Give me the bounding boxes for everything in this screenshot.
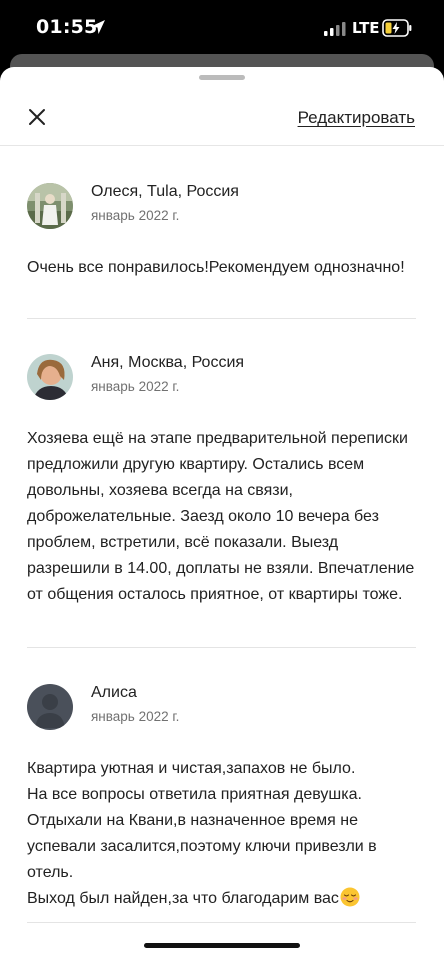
close-icon[interactable]	[24, 104, 50, 130]
status-time: 01:55	[36, 16, 98, 38]
edit-button[interactable]: Редактировать	[298, 108, 415, 128]
home-indicator[interactable]	[144, 943, 300, 948]
sheet-header: Редактировать	[0, 89, 444, 146]
location-arrow-icon	[91, 20, 105, 34]
smiling-face-emoji-icon	[340, 887, 360, 907]
avatar[interactable]	[27, 354, 73, 400]
divider	[27, 318, 416, 319]
review-author: Аня, Москва, Россия	[91, 354, 245, 371]
review-author: Алиса	[91, 684, 137, 701]
review-date: январь 2022 г.	[91, 709, 180, 724]
avatar[interactable]	[27, 684, 73, 730]
review-item: Олеся, Tula, Россия январь 2022 г. Очень…	[27, 183, 416, 281]
status-bar: 01:55 LTE	[0, 0, 444, 56]
signal-bars-icon	[324, 22, 346, 36]
battery-charging-icon	[382, 19, 412, 37]
review-text: Хозяева ещё на этапе предварительной пер…	[27, 430, 415, 603]
divider	[27, 647, 416, 648]
review-author: Олеся, Tula, Россия	[91, 183, 239, 200]
divider	[27, 922, 416, 923]
review-text-content: Квартира уютная и чистая,запахов не было…	[27, 760, 377, 907]
review-text: Квартира уютная и чистая,запахов не было…	[27, 756, 416, 912]
review-date: январь 2022 г.	[91, 208, 180, 223]
review-date: январь 2022 г.	[91, 379, 180, 394]
reviews-sheet: Редактировать Олеся, Tula, Россия январь…	[0, 67, 444, 960]
avatar[interactable]	[27, 183, 73, 229]
network-type-label: LTE	[352, 19, 380, 37]
review-text: Очень все понравилось!Рекомендуем однозн…	[27, 259, 405, 276]
sheet-grabber[interactable]	[199, 75, 245, 80]
review-item: Алиса январь 2022 г. Квартира уютная и ч…	[27, 684, 416, 912]
review-item: Аня, Москва, Россия январь 2022 г. Хозяе…	[27, 354, 416, 608]
